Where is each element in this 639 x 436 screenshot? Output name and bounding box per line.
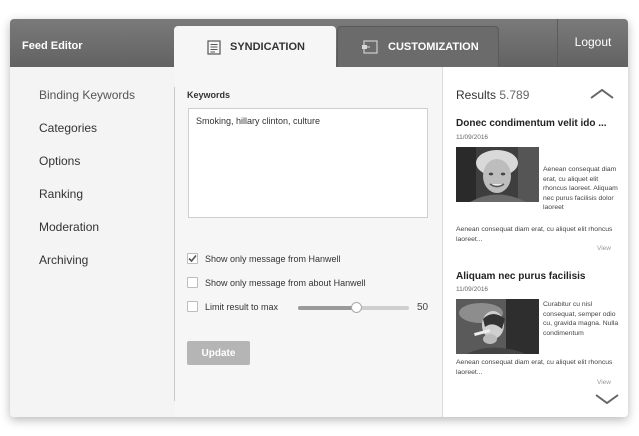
article-snippet: Aenean consequat diam erat, cu aliquet e…	[543, 166, 618, 212]
limit-slider-fill	[298, 306, 356, 310]
article-body: Aenean consequat diam erat, cu aliquet e…	[456, 359, 613, 376]
article-date: 11/09/2016	[456, 286, 489, 293]
check-icon	[188, 254, 197, 263]
logout-button[interactable]: Logout	[557, 19, 628, 67]
option-limit-results-label: Limit result to max	[205, 301, 279, 312]
article-snippet: Curabitur cu nisl consequat, semper odio…	[543, 301, 619, 337]
article-view-link[interactable]: View	[597, 379, 611, 386]
keywords-label: Keywords	[187, 90, 231, 100]
article-date: 11/09/2016	[456, 134, 489, 141]
document-icon	[207, 39, 221, 55]
sidebar-item-binding-keywords[interactable]: Binding Keywords	[39, 88, 135, 102]
tab-syndication-label: SYNDICATION	[230, 41, 305, 53]
article-body: Aenean consequat diam erat, cu aliquet e…	[456, 226, 613, 243]
limit-slider-value: 50	[417, 302, 429, 313]
customize-icon	[361, 40, 378, 54]
tab-customization[interactable]: CUSTOMIZATION	[337, 26, 499, 67]
limit-slider[interactable]	[298, 302, 409, 313]
sidebar-item-moderation[interactable]: Moderation	[39, 220, 99, 234]
checkbox-limit-results[interactable]	[187, 301, 198, 312]
results-header: Results 5.789	[456, 88, 529, 102]
sidebar: Binding Keywords Categories Options Rank…	[10, 67, 175, 417]
update-button[interactable]: Update	[187, 341, 250, 365]
article-view-link[interactable]: View	[597, 245, 611, 252]
sidebar-item-options[interactable]: Options	[39, 154, 80, 168]
sidebar-item-categories[interactable]: Categories	[39, 121, 97, 135]
article-thumbnail[interactable]	[456, 299, 539, 354]
option-limit-results[interactable]: Limit result to max	[187, 301, 278, 312]
article-title[interactable]: Aliquam nec purus facilisis	[456, 271, 585, 282]
feed-editor-window: Feed Editor SYNDICATION CUSTOMIZATION Lo…	[10, 19, 628, 417]
option-hanwell-only-label: Show only message from Hanwell	[205, 253, 341, 264]
sidebar-item-archiving[interactable]: Archiving	[39, 253, 88, 267]
results-count: 5.789	[499, 88, 530, 102]
sidebar-item-ranking[interactable]: Ranking	[39, 187, 83, 201]
app-title: Feed Editor	[22, 40, 83, 52]
tab-syndication[interactable]: SYNDICATION	[174, 26, 336, 68]
option-about-hanwell[interactable]: Show only message from about Hanwell	[187, 277, 366, 288]
keywords-editor: Keywords Show only message from Hanwell …	[175, 67, 442, 417]
results-panel: Results 5.789 Donec condimentum velit id…	[442, 67, 628, 417]
results-label: Results	[456, 88, 497, 102]
option-about-hanwell-label: Show only message from about Hanwell	[205, 277, 366, 288]
option-hanwell-only[interactable]: Show only message from Hanwell	[187, 253, 341, 264]
article-title[interactable]: Donec condimentum velit ido ...	[456, 118, 607, 129]
article-thumbnail[interactable]	[456, 147, 539, 202]
top-bar: Feed Editor SYNDICATION CUSTOMIZATION Lo…	[10, 19, 628, 68]
limit-slider-handle[interactable]	[350, 302, 362, 313]
chevron-up-icon[interactable]	[590, 88, 614, 100]
checkbox-hanwell-only[interactable]	[187, 253, 198, 264]
keywords-input[interactable]	[188, 108, 428, 218]
checkbox-about-hanwell[interactable]	[187, 277, 198, 288]
tab-customization-label: CUSTOMIZATION	[388, 41, 479, 53]
chevron-down-icon[interactable]	[595, 393, 619, 405]
